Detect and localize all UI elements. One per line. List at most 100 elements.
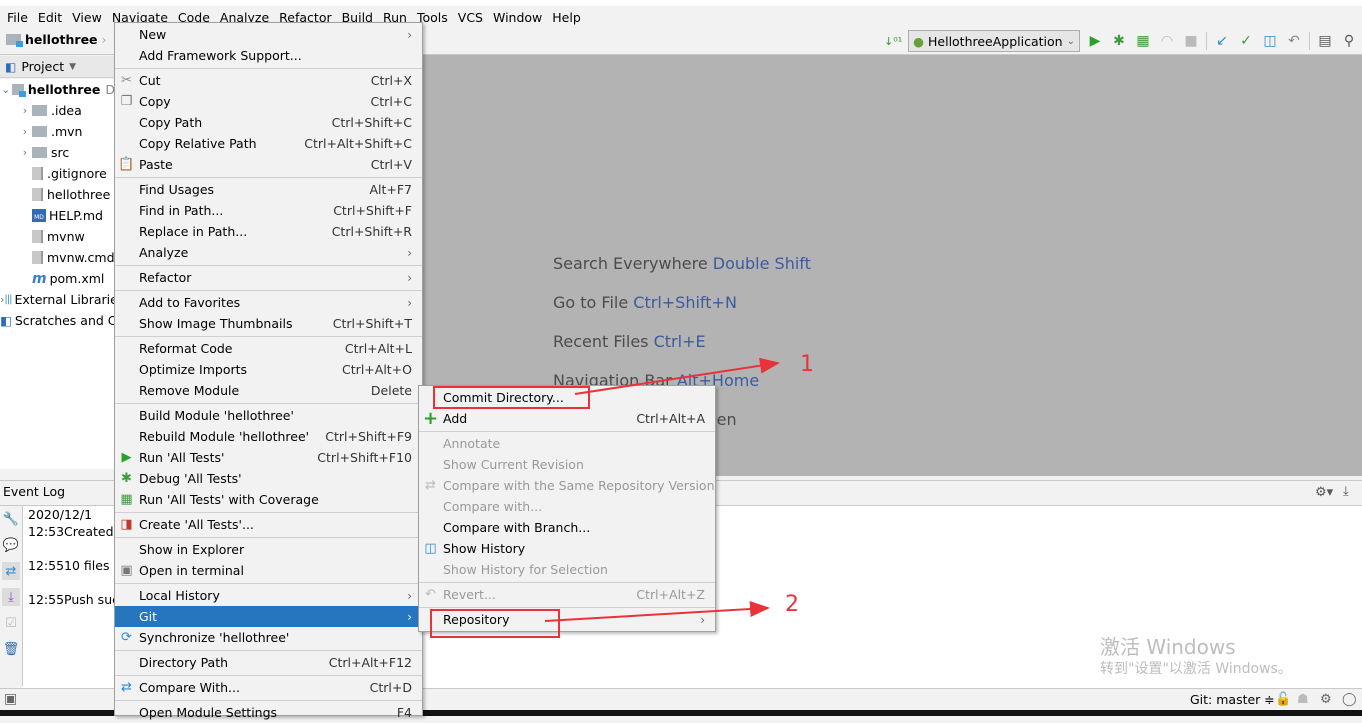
toggle-tool-windows-icon[interactable]: ▣ bbox=[4, 691, 17, 707]
menu-item-revert[interactable]: ↶ Revert... Ctrl+Alt+Z bbox=[419, 584, 715, 605]
tree-item[interactable]: › ||| External Libraries bbox=[0, 289, 115, 310]
menu-item-debug-all-tests[interactable]: ✱ Debug 'All Tests' bbox=[115, 468, 422, 489]
lock-icon[interactable]: 🔓 bbox=[1275, 692, 1291, 707]
menu-item-local-history[interactable]: Local History › bbox=[115, 585, 422, 606]
tree-item[interactable]: m pom.xml bbox=[0, 268, 115, 289]
mark-read-icon[interactable]: ☑ bbox=[2, 614, 20, 632]
menu-file[interactable]: File bbox=[2, 10, 33, 25]
menu-help[interactable]: Help bbox=[547, 10, 586, 25]
menu-item-synchronize-hellothree[interactable]: ⟳ Synchronize 'hellothree' bbox=[115, 627, 422, 648]
chevron-down-icon[interactable]: ⌄ bbox=[0, 83, 12, 96]
menu-item-optimize-imports[interactable]: Optimize Imports Ctrl+Alt+O bbox=[115, 359, 422, 380]
menu-item-copy-path[interactable]: Copy Path Ctrl+Shift+C bbox=[115, 112, 422, 133]
hide-panel-icon[interactable]: ⤓ bbox=[1343, 484, 1349, 499]
menu-item-show-history[interactable]: ◫ Show History bbox=[419, 538, 715, 559]
menu-item-new[interactable]: New › bbox=[115, 24, 422, 45]
git-branch-widget[interactable]: Git: master ≑ bbox=[1190, 692, 1275, 707]
menu-item-show-history-for-selection[interactable]: Show History for Selection bbox=[419, 559, 715, 580]
menu-item-run-all-tests[interactable]: ▶ Run 'All Tests' Ctrl+Shift+F10 bbox=[115, 447, 422, 468]
menu-window[interactable]: Window bbox=[488, 10, 547, 25]
trash-icon[interactable]: 🗑 bbox=[2, 640, 20, 658]
menu-item-analyze[interactable]: Analyze › bbox=[115, 242, 422, 263]
menu-item-find-in-path[interactable]: Find in Path... Ctrl+Shift+F bbox=[115, 200, 422, 221]
dropdown-arrow-icon[interactable]: ▼ bbox=[69, 62, 76, 72]
vcs-rollback-icon[interactable]: ↶ bbox=[1285, 32, 1303, 50]
tree-item[interactable]: .gitignore bbox=[0, 163, 115, 184]
sort-icon[interactable]: ↓⁰¹ bbox=[884, 32, 902, 50]
menu-item-compare-with-branch[interactable]: Compare with Branch... bbox=[419, 517, 715, 538]
chevron-right-icon[interactable]: › bbox=[18, 104, 32, 117]
tree-item[interactable]: › .mvn bbox=[0, 121, 115, 142]
event-log-message[interactable]: Push successful bbox=[64, 592, 115, 607]
compare-icon: ⇄ bbox=[425, 478, 436, 493]
menu-item-find-usages[interactable]: Find Usages Alt+F7 bbox=[115, 179, 422, 200]
event-log-entry[interactable]: 12:5510 files committed bbox=[28, 558, 115, 573]
menu-item-show-in-explorer[interactable]: Show in Explorer bbox=[115, 539, 422, 560]
menu-item-open-module-settings[interactable]: Open Module Settings F4 bbox=[115, 702, 422, 723]
menu-item-add[interactable]: + Add Ctrl+Alt+A bbox=[419, 408, 715, 429]
event-log-message[interactable]: Created Git repository bbox=[64, 524, 115, 539]
menu-item-create-all-tests[interactable]: ◨ Create 'All Tests'... bbox=[115, 514, 422, 535]
menu-item-paste[interactable]: 📋 Paste Ctrl+V bbox=[115, 154, 422, 175]
menu-item-copy[interactable]: ❐ Copy Ctrl+C bbox=[115, 91, 422, 112]
run-icon[interactable]: ▶ bbox=[1086, 32, 1104, 50]
tree-item[interactable]: mvnw bbox=[0, 226, 115, 247]
menu-item-annotate[interactable]: Annotate bbox=[419, 433, 715, 454]
menu-item-add-framework-support[interactable]: Add Framework Support... bbox=[115, 45, 422, 66]
menu-item-directory-path[interactable]: Directory Path Ctrl+Alt+F12 bbox=[115, 652, 422, 673]
menu-edit[interactable]: Edit bbox=[33, 10, 67, 25]
vcs-history-icon[interactable]: ◫ bbox=[1261, 32, 1279, 50]
menu-item-compare-with[interactable]: ⇄ Compare With... Ctrl+D bbox=[115, 677, 422, 698]
coverage-icon[interactable]: ▦ bbox=[1134, 32, 1152, 50]
run-configuration-select[interactable]: ● HellothreeApplication ⌄ bbox=[908, 30, 1080, 52]
event-log-entry[interactable]: 12:53Created Git repository bbox=[28, 524, 115, 539]
tree-item[interactable]: › src bbox=[0, 142, 115, 163]
project-structure-icon[interactable]: ▤ bbox=[1316, 32, 1334, 50]
notifications-icon[interactable]: ◯ bbox=[1342, 692, 1357, 707]
profiler-icon[interactable]: ◠ bbox=[1158, 32, 1176, 50]
menu-item-copy-relative-path[interactable]: Copy Relative Path Ctrl+Alt+Shift+C bbox=[115, 133, 422, 154]
menu-item-reformat-code[interactable]: Reformat Code Ctrl+Alt+L bbox=[115, 338, 422, 359]
settings-gear-icon[interactable]: ⚙▾ bbox=[1315, 485, 1333, 500]
menu-view[interactable]: View bbox=[67, 10, 107, 25]
menu-item-show-current-revision[interactable]: Show Current Revision bbox=[419, 454, 715, 475]
event-log-message[interactable]: 10 files committed bbox=[64, 558, 115, 573]
tree-item[interactable]: ⌄ hellothree D bbox=[0, 79, 115, 100]
chevron-down-icon: ⌄ bbox=[1066, 35, 1075, 47]
stop-icon[interactable]: ■ bbox=[1182, 32, 1200, 50]
chevron-right-icon[interactable]: › bbox=[18, 125, 32, 138]
menu-item-run-all-tests-with-coverage[interactable]: ▦ Run 'All Tests' with Coverage bbox=[115, 489, 422, 510]
balloon-icon[interactable]: 💬 bbox=[2, 536, 20, 554]
memory-indicator-icon[interactable]: ⚙ bbox=[1320, 692, 1332, 707]
menu-item-replace-in-path[interactable]: Replace in Path... Ctrl+Shift+R bbox=[115, 221, 422, 242]
menu-item-open-in-terminal[interactable]: ▣ Open in terminal bbox=[115, 560, 422, 581]
soft-wraps-icon[interactable]: ⇄ bbox=[2, 562, 20, 580]
debug-icon[interactable]: ✱ bbox=[1110, 32, 1128, 50]
menu-item-show-image-thumbnails[interactable]: Show Image Thumbnails Ctrl+Shift+T bbox=[115, 313, 422, 334]
scroll-to-end-icon[interactable]: ⤓ bbox=[2, 588, 20, 606]
tree-item[interactable]: › .idea bbox=[0, 100, 115, 121]
menu-vcs[interactable]: VCS bbox=[453, 10, 488, 25]
tree-item[interactable]: hellothree bbox=[0, 184, 115, 205]
inspector-icon[interactable]: ☗ bbox=[1297, 692, 1309, 707]
tree-item[interactable]: MD HELP.md bbox=[0, 205, 115, 226]
menu-item-cut[interactable]: ✂ Cut Ctrl+X bbox=[115, 70, 422, 91]
menu-item-build-module-hellothree[interactable]: Build Module 'hellothree' bbox=[115, 405, 422, 426]
event-log-entry[interactable]: 12:55Push successful bbox=[28, 592, 115, 607]
menu-item-add-to-favorites[interactable]: Add to Favorites › bbox=[115, 292, 422, 313]
tree-item[interactable]: mvnw.cmd bbox=[0, 247, 115, 268]
project-panel-header[interactable]: ◧ Project ▼ bbox=[0, 56, 115, 78]
menu-item-git[interactable]: Git › bbox=[115, 606, 422, 627]
tree-item[interactable]: ◧Scratches and Consoles bbox=[0, 310, 115, 331]
breadcrumb[interactable]: hellothree › bbox=[6, 32, 107, 47]
menu-item-rebuild-module-hellothree[interactable]: Rebuild Module 'hellothree' Ctrl+Shift+F9 bbox=[115, 426, 422, 447]
vcs-commit-icon[interactable]: ✓ bbox=[1237, 32, 1255, 50]
settings-wrench-icon[interactable]: 🔧 bbox=[2, 510, 20, 528]
menu-item-compare-with-the-same-repository-version[interactable]: ⇄ Compare with the Same Repository Versio… bbox=[419, 475, 715, 496]
vcs-update-icon[interactable]: ↙ bbox=[1213, 32, 1231, 50]
menu-item-refactor[interactable]: Refactor › bbox=[115, 267, 422, 288]
chevron-right-icon[interactable]: › bbox=[18, 146, 32, 159]
search-icon[interactable]: ⚲ bbox=[1340, 32, 1358, 50]
menu-item-remove-module[interactable]: Remove Module Delete bbox=[115, 380, 422, 401]
menu-item-compare-with[interactable]: Compare with... bbox=[419, 496, 715, 517]
